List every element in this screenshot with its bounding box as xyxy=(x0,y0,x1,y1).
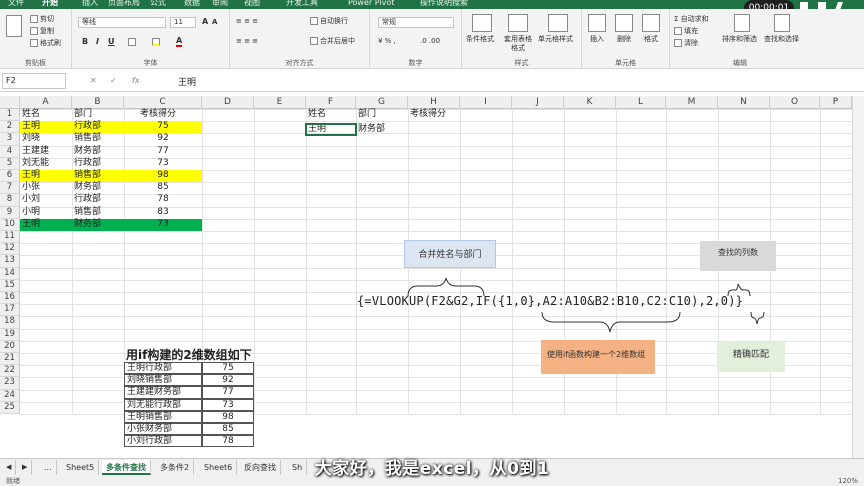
array-key-cell[interactable]: 王明销售部 xyxy=(124,410,202,423)
array-key-cell[interactable]: 刘无能行政部 xyxy=(124,398,202,411)
array-value-cell[interactable]: 85 xyxy=(202,423,254,436)
array-title: 用if构建的2维数组如下 xyxy=(126,348,252,362)
array-key-cell[interactable]: 小刘行政部 xyxy=(124,435,202,448)
array-key-cell[interactable]: 小张财务部 xyxy=(124,423,202,436)
video-subtitle: 大家好，我是excel，从0到1 xyxy=(314,459,550,479)
array-key-cell[interactable]: 刘晓销售部 xyxy=(124,374,202,387)
array-value-cell[interactable]: 92 xyxy=(202,374,254,387)
brace-if xyxy=(541,311,681,333)
array-key-cell[interactable]: 王明行政部 xyxy=(124,362,202,375)
brace-exact xyxy=(750,311,765,325)
array-value-cell[interactable]: 73 xyxy=(202,398,254,411)
array-value-cell[interactable]: 75 xyxy=(202,362,254,375)
vlookup-formula: {=VLOOKUP(F2&G2,IF({1,0},A2:A10&B2:B10,C… xyxy=(357,294,744,308)
array-value-cell[interactable]: 77 xyxy=(202,386,254,399)
vertical-scrollbar[interactable] xyxy=(852,96,864,458)
array-value-cell[interactable]: 78 xyxy=(202,435,254,448)
array-key-cell[interactable]: 王建建财务部 xyxy=(124,386,202,399)
array-value-cell[interactable]: 98 xyxy=(202,410,254,423)
